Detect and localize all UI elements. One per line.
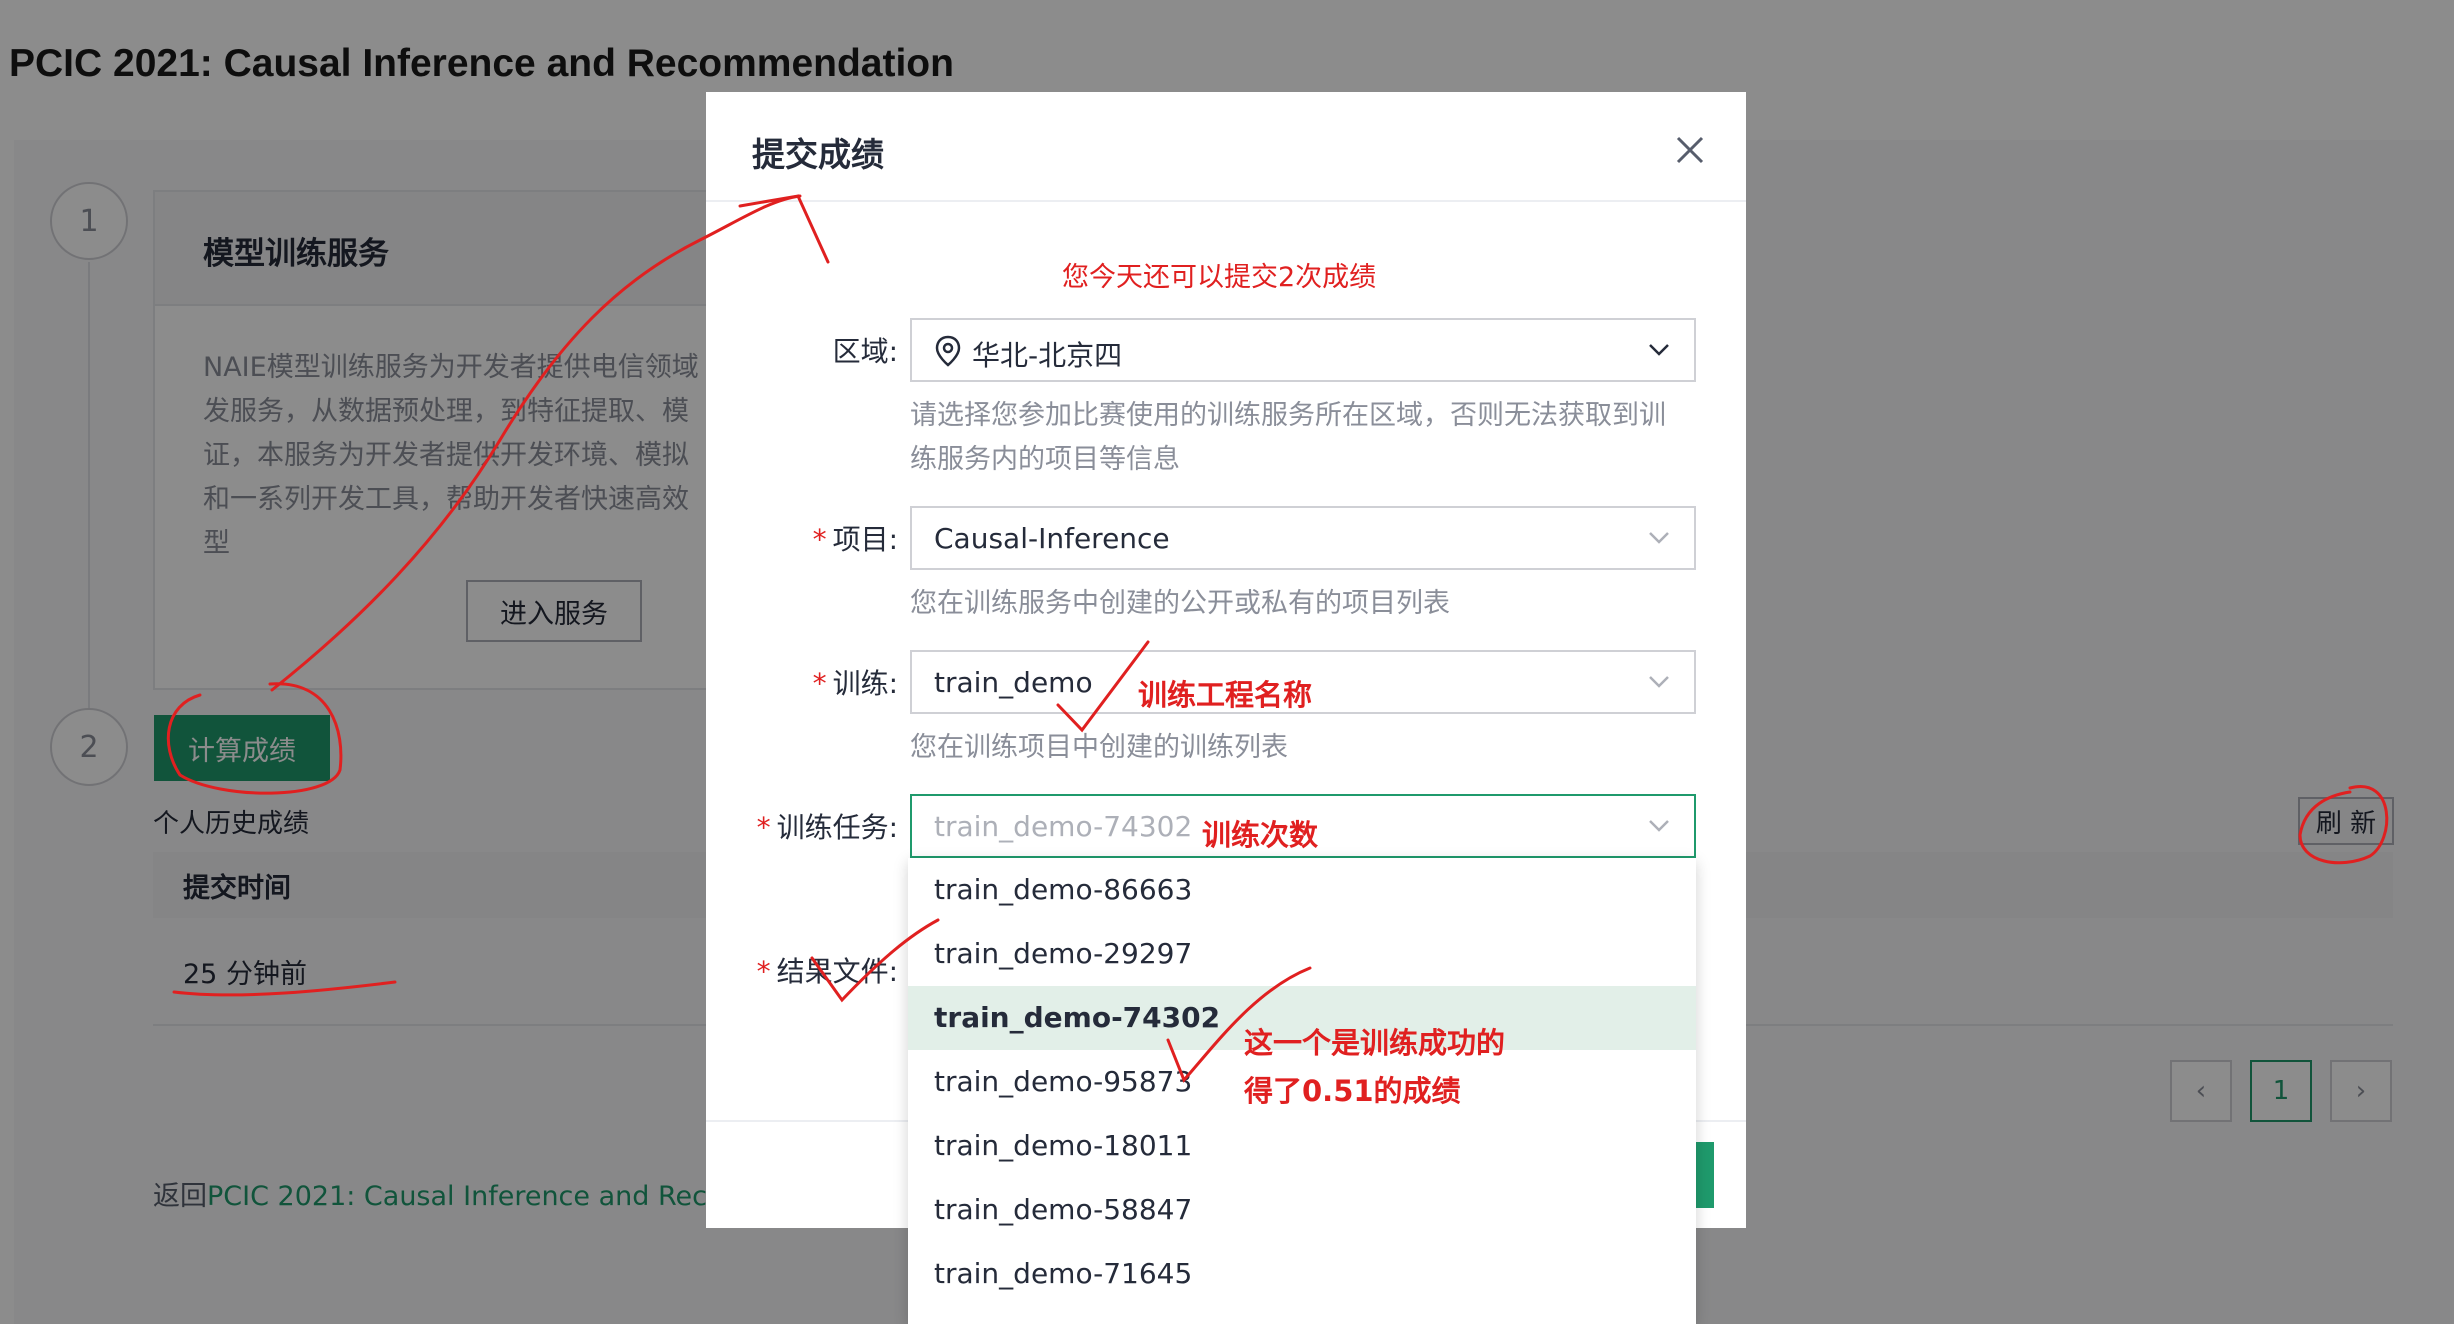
task-placeholder: train_demo-74302 — [934, 810, 1193, 843]
annotation-training-name: 训练工程名称 — [1138, 678, 1313, 712]
dropdown-option[interactable]: train_demo-29297 — [908, 922, 1696, 986]
chevron-down-icon — [1649, 820, 1669, 832]
project-select[interactable]: Causal-Inference — [910, 506, 1696, 570]
training-label: * 训练: — [812, 667, 898, 700]
annotation-success-line2: 得了0.51的成绩 — [1244, 1074, 1461, 1108]
dropdown-option[interactable]: train_demo-86663 — [908, 858, 1696, 922]
region-select[interactable]: 华北-北京四 — [910, 318, 1696, 382]
project-help: 您在训练服务中创建的公开或私有的项目列表 — [910, 588, 1450, 619]
project-label: * 项目: — [812, 523, 898, 556]
project-value: Causal-Inference — [934, 522, 1170, 555]
modal-header-divider — [706, 200, 1746, 202]
training-value: train_demo — [934, 666, 1093, 699]
dropdown-option[interactable]: train_demo-58847 — [908, 1178, 1696, 1242]
annotation-training-count: 训练次数 — [1202, 818, 1319, 852]
location-pin-icon — [934, 335, 962, 371]
chevron-down-icon — [1649, 676, 1669, 688]
modal-title: 提交成绩 — [752, 135, 884, 174]
dropdown-option[interactable]: train_demo-18011 — [908, 1114, 1696, 1178]
region-value: 华北-北京四 — [972, 339, 1123, 372]
task-label: * 训练任务: — [756, 811, 898, 844]
close-icon[interactable] — [1668, 128, 1712, 172]
dropdown-option[interactable]: train_demo-71645 — [908, 1242, 1696, 1306]
region-help-line: 练服务内的项目等信息 — [910, 444, 1180, 475]
region-label: 区域: — [832, 335, 898, 368]
quota-note: 您今天还可以提交2次成绩 — [1062, 262, 1377, 293]
annotation-success-line1: 这一个是训练成功的 — [1244, 1026, 1506, 1060]
result-file-label: * 结果文件: — [756, 955, 898, 988]
training-help: 您在训练项目中创建的训练列表 — [910, 732, 1288, 763]
chevron-down-icon — [1649, 532, 1669, 544]
region-help-line: 请选择您参加比赛使用的训练服务所在区域，否则无法获取到训 — [910, 400, 1666, 431]
chevron-down-icon — [1649, 344, 1669, 356]
